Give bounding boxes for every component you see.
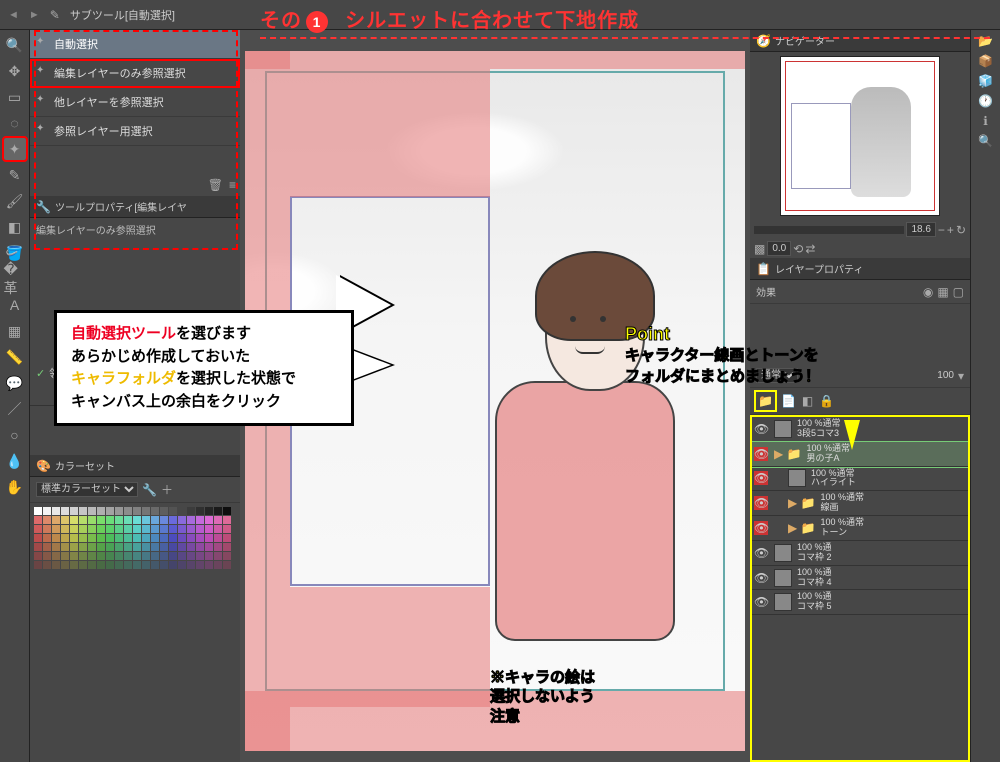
tool-magic-wand[interactable]: ✦ (4, 138, 26, 160)
colorset-label: カラーセット (55, 458, 115, 473)
layer-list: 👁 100 %通常3段5コマ3👁 ▶ 📁 100 %通常男の子A👁 100 %通… (752, 417, 968, 760)
layer-row[interactable]: 👁 100 %通常3段5コマ3 (752, 417, 968, 442)
layer-thumb (788, 469, 806, 487)
navigator-thumb[interactable] (780, 56, 940, 216)
effect-dot-icon[interactable]: ◉ (923, 285, 933, 299)
point-annotation: Point キャラクター線画とトーンを フォルダにまとめましょう！ (625, 324, 820, 387)
effect-border-icon[interactable]: ▢ (953, 285, 964, 299)
tool-lasso[interactable]: ◌ (4, 112, 26, 134)
colorset-preset[interactable]: 標準カラーセット (36, 482, 138, 497)
tool-text[interactable]: A (4, 294, 26, 316)
tool-figure[interactable]: ○ (4, 424, 26, 446)
layer-thumb (774, 544, 792, 562)
redo-icon[interactable]: ► (29, 9, 40, 21)
tool-palette: 🔍 ✥ ▭ ◌ ✦ ✎ 🖌 ◧ 🪣 �革 A ▦ 📏 💬 ／ ○ 💧 ✋ (0, 30, 30, 762)
layer-row[interactable]: 👁 100 %通コマ枠 5 (752, 590, 968, 615)
dock-material-icon[interactable]: 📦 (978, 54, 993, 68)
checker-icon: ▩ (754, 242, 765, 256)
layerprop-title: レイヤープロパティ (775, 261, 864, 276)
zoom-value: 18.6 (906, 222, 935, 237)
yellow-arrow-icon (844, 420, 860, 450)
dock-search-icon[interactable]: 🔍 (978, 134, 993, 148)
visibility-icon[interactable]: 👁 (754, 422, 768, 436)
wrench-icon[interactable]: 🔧 (142, 483, 157, 497)
tool-zoom[interactable]: 🔍 (4, 34, 26, 56)
layer-thumb (774, 569, 792, 587)
subtool-edit-layer-only[interactable]: 編集レイヤーのみ参照選択 (30, 59, 240, 88)
tool-pen[interactable]: ✎ (4, 164, 26, 186)
toolprop-header: 🔧ツールプロパティ[編集レイヤ (30, 196, 240, 218)
layer-row[interactable]: 👁 100 %通常ハイライト (752, 467, 968, 492)
subtool-header-label: サブツール[自動選択] (70, 7, 175, 23)
add-icon[interactable]: ＋ (161, 481, 173, 498)
undo-icon[interactable]: ◄ (8, 9, 19, 21)
character-art (455, 231, 695, 691)
subtool-auto-select[interactable]: 自動選択 (30, 30, 240, 59)
tool-gradient[interactable]: �革 (4, 268, 26, 290)
warning-annotation: ※キャラの絵は 選択しないよう 注意 (490, 668, 595, 727)
subtool-list: 自動選択 編集レイヤーのみ参照選択 他レイヤーを参照選択 参照レイヤー用選択 🗑… (30, 30, 240, 196)
layer-row[interactable]: 👁 100 %通コマ枠 4 (752, 566, 968, 591)
visibility-icon[interactable]: 👁 (754, 521, 768, 535)
dock-history-icon[interactable]: 🕐 (978, 94, 993, 108)
new-folder-button[interactable]: 📁 (756, 392, 775, 410)
tool-brush[interactable]: 🖌 (4, 190, 26, 212)
opacity-value: 100 (937, 370, 954, 381)
subtool-ref-layer[interactable]: 参照レイヤー用選択 (30, 117, 240, 146)
tool-balloon[interactable]: 💬 (4, 372, 26, 394)
visibility-icon[interactable]: 👁 (754, 571, 768, 585)
reset-icon[interactable]: ⟲ (793, 242, 803, 256)
tool-line[interactable]: ／ (4, 398, 26, 420)
toolprop-name: 編集レイヤーのみ参照選択 (30, 218, 240, 241)
color-swatches[interactable] (34, 507, 236, 569)
tool-eyedrop[interactable]: 💧 (4, 450, 26, 472)
tool-move[interactable]: ✥ (4, 60, 26, 82)
layer-thumb (774, 420, 792, 438)
zoom-out-icon[interactable]: − (938, 223, 945, 237)
flip-icon[interactable]: ⇄ (805, 242, 815, 256)
effect-grid-icon[interactable]: ▦ (937, 285, 948, 299)
menu-icon[interactable]: ≡ (229, 178, 236, 192)
subtool-other-layers[interactable]: 他レイヤーを参照選択 (30, 88, 240, 117)
rotate-icon[interactable]: ↻ (956, 223, 966, 237)
visibility-icon[interactable]: 👁 (754, 447, 768, 461)
stepper-icon[interactable]: ▾ (958, 369, 964, 383)
layer-row[interactable]: 👁 100 %通コマ枠 2 (752, 541, 968, 566)
mask-button[interactable]: ◧ (802, 394, 813, 408)
layer-row[interactable]: 👁 ▶ 📁 100 %通常トーン (752, 516, 968, 541)
new-layer-button[interactable]: 📄 (781, 394, 796, 408)
tool-marquee[interactable]: ▭ (4, 86, 26, 108)
visibility-icon[interactable]: 👁 (754, 496, 768, 510)
title-banner: その1 シルエットに合わせて下地作成 (260, 4, 990, 39)
instruction-callout: 自動選択ツールを選びます あらかじめ作成しておいた キャラフォルダを選択した状態… (54, 310, 354, 426)
layer-thumb (774, 593, 792, 611)
folder-icon: ▶ 📁 (788, 496, 816, 510)
trash-icon[interactable]: 🗑 (208, 178, 223, 192)
dock-info-icon[interactable]: ℹ (983, 114, 988, 128)
tool-eraser[interactable]: ◧ (4, 216, 26, 238)
effect-label: 効果 (756, 284, 776, 299)
zoom-in-icon[interactable]: + (947, 223, 954, 237)
tool-frame[interactable]: ▦ (4, 320, 26, 342)
lock-button[interactable]: 🔒 (819, 394, 834, 408)
dock-3d-icon[interactable]: 🧊 (978, 74, 993, 88)
visibility-icon[interactable]: 👁 (754, 546, 768, 560)
layer-row[interactable]: 👁 ▶ 📁 100 %通常男の子A (752, 442, 968, 467)
visibility-icon[interactable]: 👁 (754, 471, 768, 485)
folder-icon: ▶ 📁 (788, 521, 816, 535)
brush-icon[interactable]: ✎ (50, 8, 60, 22)
visibility-icon[interactable]: 👁 (754, 595, 768, 609)
zoom-slider[interactable] (754, 226, 904, 234)
tool-hand[interactable]: ✋ (4, 476, 26, 498)
layer-row[interactable]: 👁 ▶ 📁 100 %通常線画 (752, 491, 968, 516)
tool-ruler[interactable]: 📏 (4, 346, 26, 368)
folder-icon: ▶ 📁 (774, 447, 802, 461)
pos-value: 0.0 (767, 241, 791, 256)
